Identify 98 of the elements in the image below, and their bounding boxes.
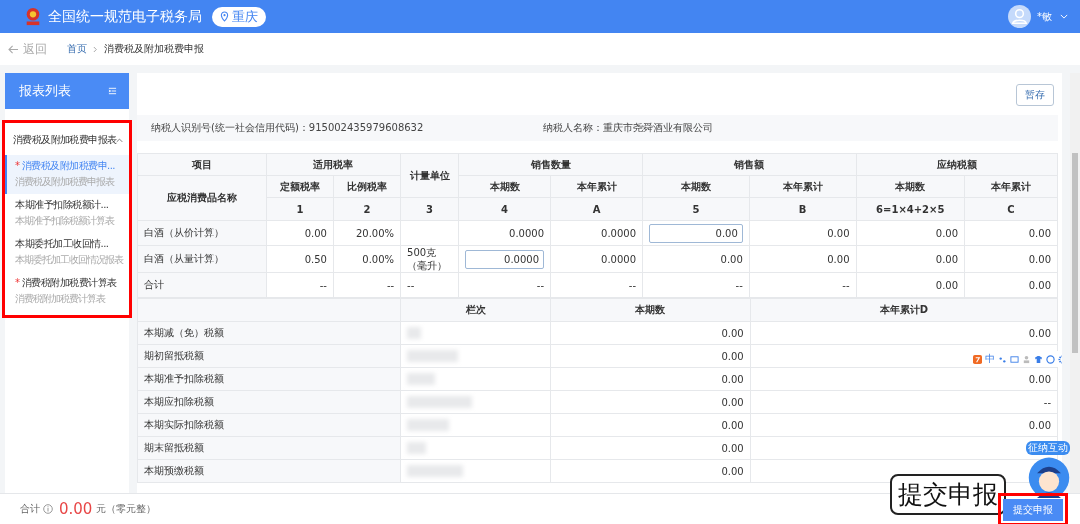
table-cell: --	[458, 272, 551, 298]
ime-toolbar[interactable]: 中	[970, 351, 1062, 367]
table-cell: 0.00	[550, 367, 751, 391]
table-cell: 本期减（免）税额	[137, 321, 401, 345]
submit-button[interactable]: 提交申报	[1003, 498, 1063, 521]
chevron-icon	[116, 137, 124, 143]
breadcrumb-separator-icon	[93, 45, 98, 53]
table-cell: 0.00	[750, 413, 1058, 437]
mascot-label: 征纳互动	[1026, 441, 1070, 455]
table-cell: 0.50	[266, 245, 334, 273]
taxpayer-id: 纳税人识别号(统一社会信用代码)：915002435979608632	[151, 121, 424, 135]
item-title: * 消费税及附加税费申...	[15, 159, 117, 173]
table-cell: 0.00	[750, 321, 1058, 345]
sidebar-title: 报表列表	[19, 82, 71, 100]
sidebar-item[interactable]: 本期委托加工收回情... 本期委托加工收回情况报表	[5, 233, 129, 272]
callout-bubble: 提交申报	[890, 474, 1006, 515]
item-subtitle: 本期准予扣除税额计算表	[15, 214, 116, 228]
shirt-icon	[1034, 354, 1043, 364]
table-cell: 0.00	[856, 220, 965, 246]
input-field[interactable]: 0.00	[649, 223, 743, 243]
avatar-icon[interactable]	[1008, 5, 1031, 28]
sidebar-group[interactable]: 消费税及附加税费申报表	[5, 129, 129, 155]
table-cell: 0.00	[550, 413, 751, 437]
location-button[interactable]: 重庆	[212, 6, 266, 27]
globe-icon	[1046, 354, 1055, 364]
person-icon	[1022, 354, 1031, 364]
keyboard-icon	[1010, 354, 1019, 364]
table-cell: 0.00%	[333, 245, 401, 273]
sidebar-item[interactable]: 本期准予扣除税额计... 本期准予扣除税额计算表	[5, 194, 129, 233]
item-subtitle: 消费税及附加税费申报表	[15, 175, 116, 189]
sidebar-item[interactable]: * 消费税附加税费计算表 消费税附加税费计算表	[5, 272, 129, 311]
header-cell: 6=1×4+2×5	[856, 197, 965, 221]
table-cell: 0.0000	[458, 220, 551, 246]
emblem-icon	[24, 6, 42, 27]
header-cell: 本年累计D	[750, 298, 1058, 322]
group-label: 消费税及附加税费申报表	[13, 133, 117, 147]
breadcrumb-link[interactable]: 消费税及附加税费申报	[104, 42, 204, 56]
header-cell: 栏次	[400, 298, 551, 322]
table-cell: 0.00	[550, 459, 751, 483]
header-cell: 应纳税额	[856, 153, 1058, 176]
ime-logo-icon	[973, 354, 982, 364]
item-title: * 消费税附加税费计算表	[15, 276, 118, 290]
back-arrow-icon	[8, 44, 19, 54]
header-cell: 适用税率	[266, 153, 401, 176]
info-icon[interactable]	[43, 504, 53, 514]
table-cell: --	[642, 272, 750, 298]
header-cell: 销售额	[642, 153, 856, 176]
site-title: 全国统一规范电子税务局	[48, 7, 202, 26]
table-cell: 期末留抵税额	[137, 436, 401, 460]
breadcrumb-link[interactable]: 首页	[67, 42, 87, 56]
sidebar-item[interactable]: * 消费税及附加税费申... 消费税及附加税费申报表	[5, 155, 129, 194]
item-subtitle: 本期委托加工收回情况报表	[15, 253, 125, 267]
user-name[interactable]: *敏	[1037, 9, 1052, 24]
total-label: 合计	[20, 502, 40, 516]
table-cell: --	[550, 272, 643, 298]
table-cell: --	[750, 390, 1058, 414]
header-cell: 计量单位	[400, 153, 459, 198]
table-cell: 白酒（从量计算）	[137, 245, 267, 273]
table-cell: 期初留抵税额	[137, 344, 401, 368]
table-cell: 0.00	[550, 436, 751, 460]
table-cell: 白酒（从价计算）	[137, 220, 267, 246]
location-pin-icon	[220, 11, 229, 22]
item-title: 本期准予扣除税额计...	[15, 198, 110, 212]
total-amount: 0.00	[59, 500, 93, 518]
table-cell: 本期预缴税额	[137, 459, 401, 483]
table-cell: 0.00	[642, 245, 750, 273]
header-cell: 本期数	[550, 298, 751, 322]
taxpayer-name: 纳税人名称：重庆市尧舜酒业有限公司	[543, 121, 714, 135]
table-cell: 0.00	[749, 220, 856, 246]
table-cell: 0.0000	[550, 220, 643, 246]
table-cell: 0.00	[550, 390, 751, 414]
table-cell: 0.00	[749, 245, 856, 273]
table-cell: 0.00	[856, 272, 965, 298]
table-cell: 0.00	[964, 220, 1058, 246]
punctuation-icon	[998, 354, 1007, 364]
table-cell: 本期准予扣除税额	[137, 367, 401, 391]
table-cell: 合计	[137, 272, 267, 298]
table-cell: 本期实际扣除税额	[137, 413, 401, 437]
item-title: 本期委托加工收回情...	[15, 237, 110, 251]
table-cell: 0.00	[856, 245, 965, 273]
menu-icon[interactable]	[108, 87, 117, 95]
table-cell: --	[749, 272, 856, 298]
scrollbar[interactable]	[1070, 73, 1080, 493]
header-cell: 项目	[137, 153, 267, 176]
chevron-down-icon[interactable]	[1060, 14, 1068, 19]
header-cell: 应税消费品名称	[137, 175, 267, 221]
table-cell: 本期应扣除税额	[137, 390, 401, 414]
amount-in-words: 元（零元整）	[96, 502, 157, 516]
header-cell: 销售数量	[458, 153, 643, 176]
table-cell: 0.00	[964, 272, 1058, 298]
input-field[interactable]: 0.0000	[465, 249, 545, 269]
save-button[interactable]: 暂存	[1016, 84, 1054, 106]
table-cell: 0.00	[550, 321, 751, 345]
table-cell: 0.0000	[550, 245, 643, 273]
ime-mode-label: 中	[985, 352, 995, 366]
table-cell: 0.00	[550, 344, 751, 368]
table-cell: 0.00	[964, 245, 1058, 273]
item-subtitle: 消费税附加税费计算表	[15, 292, 107, 306]
